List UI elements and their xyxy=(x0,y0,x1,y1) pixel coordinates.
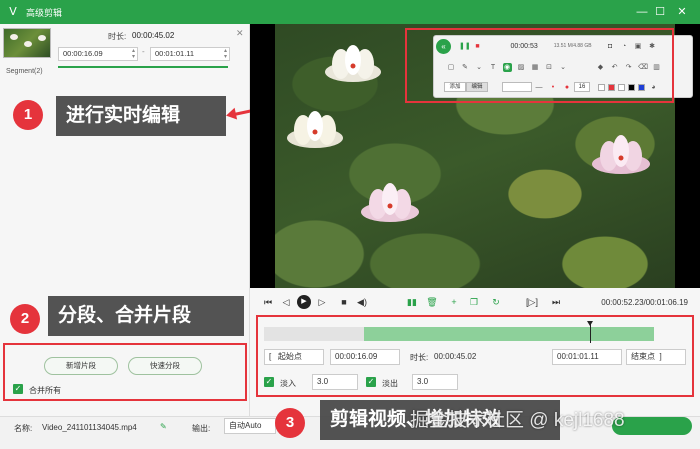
segment-label: Segment(2) xyxy=(6,68,43,75)
fade-out-label: 淡出 xyxy=(382,379,398,388)
lotus-flower-image xyxy=(361,183,419,222)
lotus-flower-image xyxy=(592,135,650,174)
output-select[interactable]: 自动Auto xyxy=(224,418,276,434)
volume-icon[interactable]: ◀) xyxy=(356,296,368,308)
title-bar: ᐯ 高级剪辑 — ☐ ✕ xyxy=(0,0,700,24)
video-preview[interactable]: « ❚❚ ■ 00:00:53 13.51 M/4.88 GB ◘ ◔ ▣ ✱ … xyxy=(250,24,700,288)
name-label: 名称: xyxy=(14,424,33,433)
window-title: 高级剪辑 xyxy=(26,7,63,18)
callout-1-text: 进行实时编辑 xyxy=(56,96,226,136)
fade-in-checkbox[interactable]: ✓ xyxy=(264,377,274,387)
add-icon[interactable]: + xyxy=(448,296,460,308)
segment-start-time-field[interactable]: 00:00:16.09 ▴ ▾ xyxy=(58,47,138,61)
callout-1-badge: 1 xyxy=(13,100,43,130)
playhead[interactable] xyxy=(587,321,593,343)
callout-2-badge: 2 xyxy=(10,304,40,334)
callout-3-badge: 3 xyxy=(275,408,305,438)
skip-start-icon[interactable]: ⏮ xyxy=(262,296,274,308)
remove-segment-icon[interactable]: ✕ xyxy=(236,28,244,39)
maximize-button[interactable]: ☐ xyxy=(652,4,668,20)
watermark: 掘金技术社区 @ kejl1688 xyxy=(410,410,625,431)
quick-split-button[interactable]: 快速分段 xyxy=(128,357,202,375)
lotus-flower-image xyxy=(287,111,343,148)
start-time-field[interactable]: 00:00:16.09 xyxy=(330,349,400,365)
trash-icon[interactable]: 🗑 xyxy=(426,296,438,308)
duration-value: 00:00:45.02 xyxy=(434,352,477,361)
fade-in-label: 淡入 xyxy=(280,379,296,388)
stop-icon[interactable]: ■ xyxy=(338,296,350,308)
time-separator: - xyxy=(142,47,145,56)
copy-icon[interactable]: ❐ xyxy=(468,296,480,308)
mark-in-icon[interactable]: [▷] xyxy=(526,296,538,308)
segment-end-time-field[interactable]: 00:01:01.11 ▴ ▾ xyxy=(150,47,230,61)
realtime-edit-highlight xyxy=(405,28,674,103)
set-end-button[interactable]: 结束点 ] xyxy=(626,349,686,365)
duration-label: 时长: xyxy=(108,32,127,41)
playback-time-readout: 00:00:52.23/00:01:06.19 xyxy=(601,298,688,307)
skip-end-icon[interactable]: ⏭ xyxy=(550,296,562,308)
merge-all-checkbox[interactable]: ✓ xyxy=(13,384,23,394)
new-segment-button[interactable]: 新增片段 xyxy=(44,357,118,375)
duration-value: 00:00:45.02 xyxy=(132,31,175,40)
segment-progress-bar xyxy=(58,66,228,68)
timeline-track[interactable] xyxy=(264,321,654,343)
fade-out-field[interactable]: 3.0 xyxy=(412,374,458,390)
next-frame-icon[interactable]: ▷ xyxy=(316,296,328,308)
close-window-button[interactable]: ✕ xyxy=(674,4,690,20)
segment-thumbnail[interactable] xyxy=(3,28,51,58)
play-button[interactable]: ▶ xyxy=(297,295,311,309)
set-start-button[interactable]: [ 起始点 xyxy=(264,349,324,365)
merge-all-label: 合并所有 xyxy=(29,386,61,395)
prev-frame-icon[interactable]: ◁ xyxy=(280,296,292,308)
end-time-field[interactable]: 00:01:01.11 xyxy=(552,349,622,365)
callout-2-text: 分段、合并片段 xyxy=(48,296,244,336)
spinner-icon[interactable]: ▴ ▾ xyxy=(132,48,135,60)
lotus-flower-image xyxy=(325,45,381,82)
playback-controls: ⏮ ◁ ▶ ▷ ■ ◀) ▮▮ 🗑 + ❐ ↻ [▷] ⏭ 00:00:52.2… xyxy=(250,288,700,416)
spinner-icon[interactable]: ▴ ▾ xyxy=(224,48,227,60)
filename: Video_241101134045.mp4 xyxy=(42,423,137,432)
app-logo-icon: ᐯ xyxy=(9,6,17,18)
duration-label: 时长: xyxy=(410,353,429,362)
minimize-button[interactable]: — xyxy=(634,4,650,20)
output-label: 输出: xyxy=(192,424,211,433)
fade-in-field[interactable]: 3.0 xyxy=(312,374,358,390)
rename-icon[interactable]: ✎ xyxy=(160,422,167,431)
split-icon[interactable]: ▮▮ xyxy=(406,296,418,308)
rotate-icon[interactable]: ↻ xyxy=(490,296,502,308)
selected-range[interactable] xyxy=(364,327,654,341)
fade-out-checkbox[interactable]: ✓ xyxy=(366,377,376,387)
